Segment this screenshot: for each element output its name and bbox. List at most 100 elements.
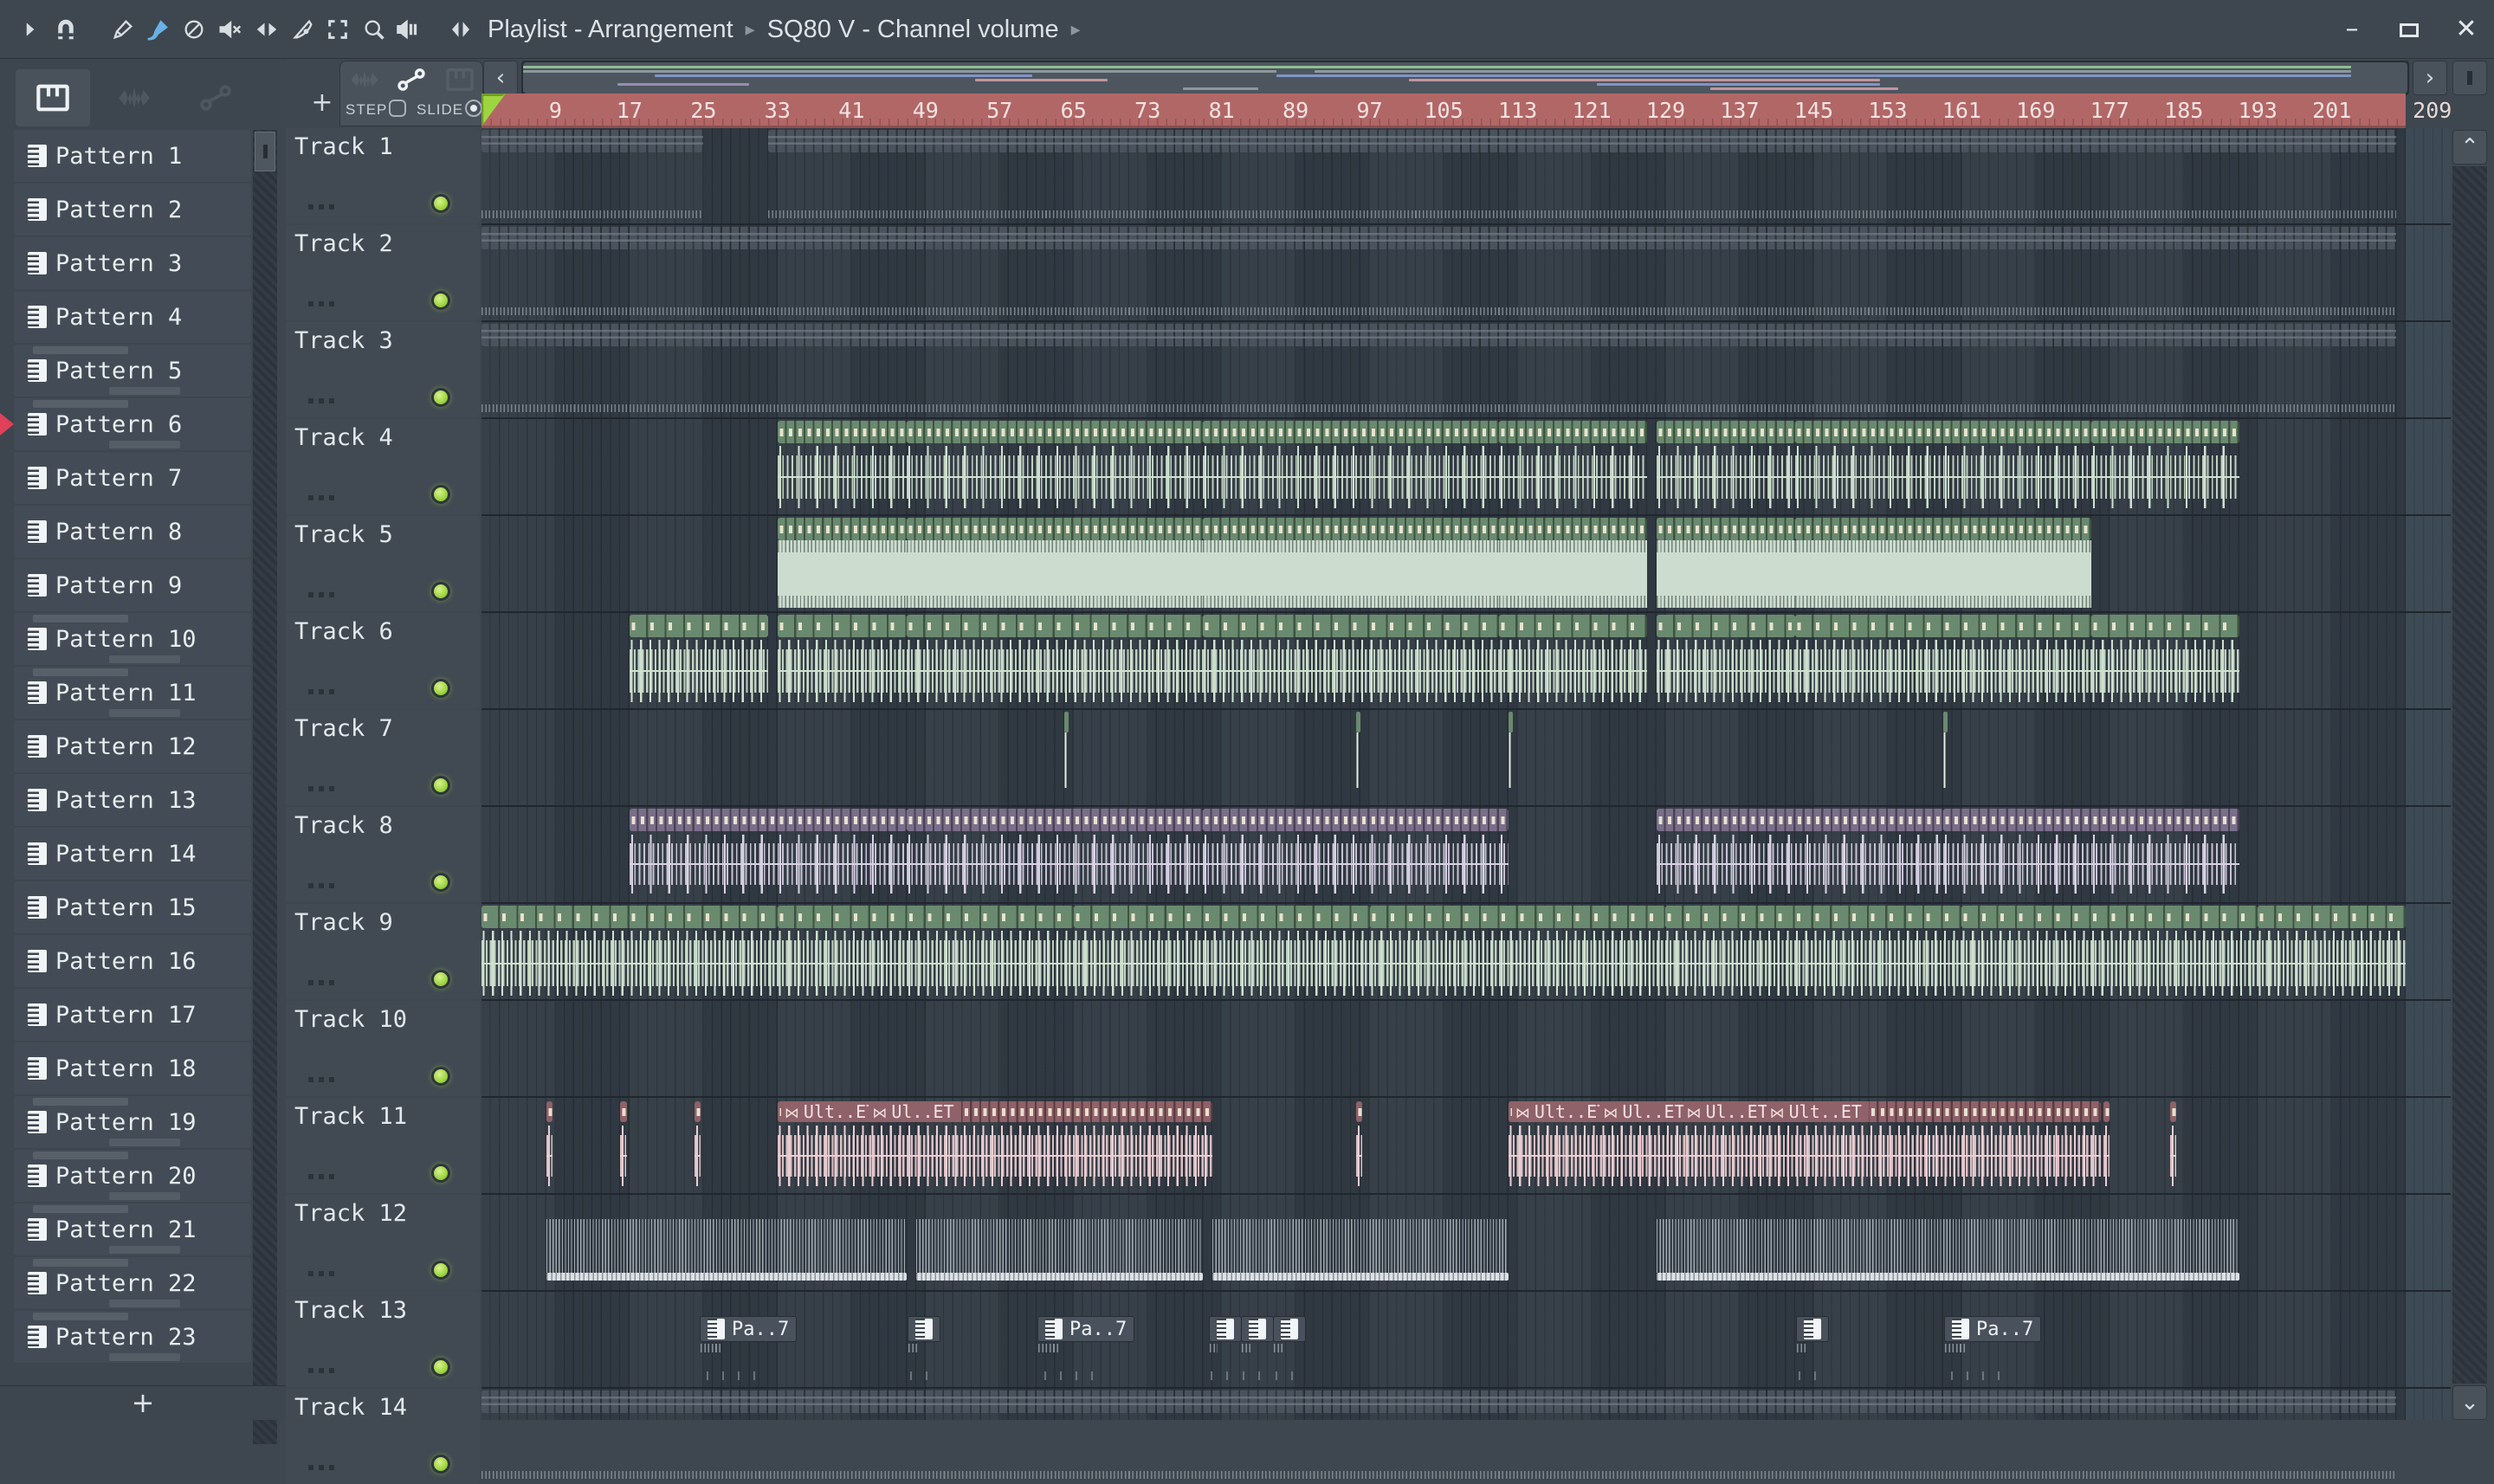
track-options-dots[interactable] [308,1368,313,1373]
scroll-left-button[interactable]: ‹ [483,61,518,95]
slice-knife-icon[interactable] [286,12,320,47]
audio-clip-header[interactable] [2090,615,2239,637]
automation-clip-bar[interactable] [916,1273,1204,1281]
pattern-clip[interactable] [1795,1316,1830,1382]
pattern-item[interactable]: Pattern 13 [14,774,251,826]
track-header[interactable]: Track 11 [286,1098,480,1193]
ghost-clip-strip[interactable] [481,1390,2397,1413]
expand-arrow-icon[interactable] [12,12,47,47]
audio-clip-header[interactable] [907,809,1204,831]
audio-clip-waveform[interactable] [1795,444,2091,510]
track-header[interactable]: Track 3 [286,322,480,417]
scroll-up-button[interactable]: ⌃ [2452,130,2487,165]
audio-clip-waveform[interactable] [777,929,1074,997]
track-header[interactable]: Track 5 [286,516,480,611]
picker-speaker-icon[interactable] [443,12,478,47]
audio-clip-waveform[interactable] [907,540,1204,608]
audio-clip-header[interactable] [1656,421,1796,443]
audio-clip-waveform[interactable] [2169,1124,2177,1188]
audio-clip-header[interactable] [629,809,908,831]
track-mute-led[interactable] [431,1261,450,1280]
add-pattern-button[interactable]: + [132,1386,155,1419]
scroll-down-button[interactable]: ⌄ [2452,1385,2487,1420]
automation-clip-ticks[interactable] [1211,1219,1509,1273]
add-track-button[interactable]: + [307,88,338,119]
audio-clip-header[interactable] [620,1101,627,1122]
audio-clip-waveform[interactable] [777,444,908,510]
track-header[interactable]: Track 4 [286,419,480,514]
automation-clip-bar[interactable] [1656,1273,2239,1281]
track-options-dots[interactable] [308,204,313,210]
audio-clip-waveform[interactable] [1942,833,2239,895]
audio-clip-waveform[interactable] [620,1124,628,1188]
pattern-clip[interactable] [1208,1316,1242,1382]
track-mute-led[interactable] [431,873,450,892]
stab-clip-waveform[interactable] [1064,732,1069,788]
audio-clip-header[interactable] [777,615,908,637]
pattern-clip[interactable] [1272,1316,1307,1382]
audio-clip-waveform[interactable] [1369,929,1666,997]
track-options-dots[interactable] [308,883,313,888]
ghost-clip-ticks[interactable] [481,210,704,218]
automation-tab[interactable] [178,69,253,126]
audio-clip-header[interactable] [1961,906,2258,928]
audio-clip-waveform[interactable] [1656,444,1796,510]
pattern-item[interactable]: Pattern 23 [14,1311,251,1363]
step-toggle[interactable] [389,100,406,117]
pattern-clip[interactable]: Pa..7 [1037,1316,1135,1382]
audio-clip-waveform[interactable] [1795,540,2091,608]
zoom-grip-button[interactable] [2452,61,2487,95]
pattern-item[interactable]: Pattern 2 [14,184,251,236]
audio-clip-header[interactable] [907,615,1204,637]
pattern-clip-header[interactable] [1241,1316,1275,1342]
track-mute-led[interactable] [431,679,450,698]
audio-clip-header[interactable] [1656,518,1796,540]
ghost-clip-ticks[interactable] [481,1471,2397,1479]
ghost-clip-strip[interactable] [481,130,704,152]
pattern-clip-header[interactable]: Pa..7 [700,1316,798,1342]
pattern-scrollbar-thumb[interactable] [255,132,275,171]
maximize-button[interactable] [2392,12,2426,47]
audio-clip-header[interactable] [1656,809,1943,831]
audio-clip-waveform[interactable] [546,1124,553,1188]
pattern-item[interactable]: Pattern 3 [14,237,251,289]
ghost-clip-strip[interactable] [481,324,2397,346]
audio-clip-waveform[interactable] [1203,638,1500,704]
track-header[interactable]: Track 13 [286,1292,480,1387]
audio-clip-header[interactable] [2090,421,2239,443]
pattern-item[interactable]: Pattern 16 [14,935,251,987]
audio-clip-waveform[interactable] [777,638,908,704]
audio-clip-waveform[interactable] [481,929,778,997]
ghost-clip-strip[interactable] [768,130,2397,152]
pattern-item[interactable]: Pattern 15 [14,881,251,933]
track-header[interactable]: Track 7 [286,710,480,805]
audio-clip-header[interactable] [1499,518,1648,540]
track-options-dots[interactable] [308,786,313,791]
audio-clip-header[interactable] [694,1101,701,1122]
delete-slash-icon[interactable] [177,12,211,47]
pattern-item[interactable]: Pattern 14 [14,828,251,880]
track-mute-led[interactable] [431,1455,450,1474]
audio-clip-waveform[interactable] [694,1124,701,1188]
audio-clip-waveform[interactable] [1203,833,1509,895]
audio-clip-header[interactable] [1795,518,2091,540]
track-mute-led[interactable] [431,1067,450,1086]
audio-clip-header[interactable] [777,906,1074,928]
pattern-clips-icon[interactable] [443,65,477,94]
pattern-item[interactable]: Pattern 22 [14,1257,251,1309]
horizontal-scrollbar[interactable] [521,61,2409,95]
audio-clip-waveform[interactable] [1499,444,1648,510]
track-mute-led[interactable] [431,485,450,504]
pattern-clip-header[interactable] [1273,1316,1307,1342]
audio-clip-waveform[interactable] [2258,929,2407,997]
audio-clip-header[interactable] [2103,1101,2110,1122]
audio-clip-header[interactable] [907,421,1204,443]
paint-brush-icon[interactable] [140,12,175,47]
audio-clip-header[interactable] [777,518,908,540]
vertical-scrollbar[interactable] [2452,166,2487,1384]
patterns-tab[interactable] [16,69,90,126]
ghost-clip-ticks[interactable] [481,404,2397,412]
pattern-item[interactable]: Pattern 1 [14,130,251,182]
audio-tab[interactable] [97,69,171,126]
slide-toggle[interactable] [465,100,482,117]
